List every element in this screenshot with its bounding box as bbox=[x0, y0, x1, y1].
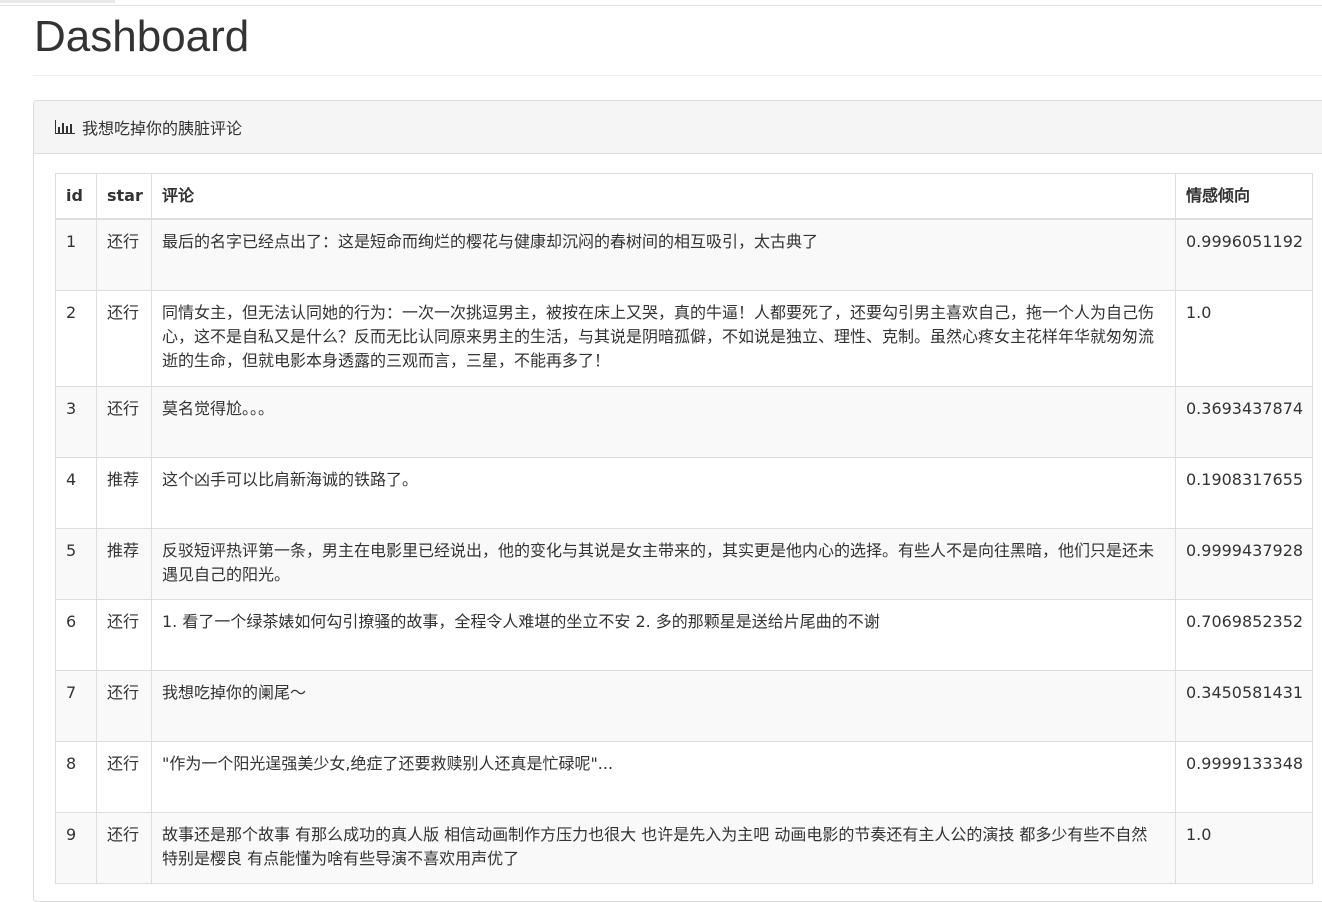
page-title: Dashboard bbox=[34, 12, 250, 61]
table-row: 8 还行 "作为一个阳光逞强美少女,绝症了还要救赎别人还真是忙碌呢"... 0.999… bbox=[55, 740, 1313, 813]
cell-comment: 故事还是那个故事 有那么成功的真人版 相信动画制作方压力也很大 也许是先入为主吧… bbox=[151, 811, 1176, 884]
cell-sentiment: 0.1908317655 bbox=[1175, 456, 1313, 529]
cell-id: 3 bbox=[55, 385, 97, 458]
cell-star: 还行 bbox=[96, 669, 152, 742]
table-row: 1 还行 最后的名字已经点出了：这是短命而绚烂的樱花与健康却沉闷的春树间的相互吸引，… bbox=[55, 218, 1313, 291]
cell-star: 还行 bbox=[96, 598, 152, 671]
top-divider bbox=[0, 5, 1322, 6]
bar-chart-icon bbox=[55, 120, 75, 134]
cell-id: 8 bbox=[55, 740, 97, 813]
table-row: 6 还行 1. 看了一个绿茶婊如何勾引撩骚的故事，全程令人难堪的坐立不安 2. 多的… bbox=[55, 598, 1313, 671]
cell-sentiment: 0.3450581431 bbox=[1175, 669, 1313, 742]
cell-comment: 最后的名字已经点出了：这是短命而绚烂的樱花与健康却沉闷的春树间的相互吸引，太古典… bbox=[151, 218, 1176, 291]
column-header-star[interactable]: star bbox=[96, 173, 152, 220]
cell-comment: "作为一个阳光逞强美少女,绝症了还要救赎别人还真是忙碌呢"... bbox=[151, 740, 1176, 813]
cell-sentiment: 0.7069852352 bbox=[1175, 598, 1313, 671]
cell-comment: 莫名觉得尬。。。 bbox=[151, 385, 1176, 458]
cell-sentiment: 0.9996051192 bbox=[1175, 218, 1313, 291]
column-header-id[interactable]: id bbox=[55, 173, 97, 220]
page-header: Dashboard bbox=[33, 8, 1322, 76]
table-row: 7 还行 我想吃掉你的阑尾～ 0.3450581431 bbox=[55, 669, 1313, 742]
cell-sentiment: 1.0 bbox=[1175, 811, 1313, 884]
table-row: 4 推荐 这个凶手可以比肩新海诚的铁路了。 0.1908317655 bbox=[55, 456, 1313, 529]
comments-panel: 我想吃掉你的胰脏评论 id star 评论 情感倾向 1 还行 最后的名字已经点出了… bbox=[33, 100, 1322, 902]
cell-id: 2 bbox=[55, 289, 97, 387]
cell-id: 1 bbox=[55, 218, 97, 291]
table-row: 9 还行 故事还是那个故事 有那么成功的真人版 相信动画制作方压力也很大 也许是先入… bbox=[55, 811, 1313, 884]
cell-sentiment: 0.9999133348 bbox=[1175, 740, 1313, 813]
cell-star: 还行 bbox=[96, 289, 152, 387]
cell-star: 还行 bbox=[96, 218, 152, 291]
cell-star: 推荐 bbox=[96, 527, 152, 600]
table-row: 2 还行 同情女主，但无法认同她的行为：一次一次挑逗男主，被按在床上又哭，真的牛逼！… bbox=[55, 289, 1313, 387]
cell-sentiment: 0.3693437874 bbox=[1175, 385, 1313, 458]
cell-sentiment: 1.0 bbox=[1175, 289, 1313, 387]
cell-id: 6 bbox=[55, 598, 97, 671]
comments-table: id star 评论 情感倾向 1 还行 最后的名字已经点出了：这是短命而绚烂的樱花… bbox=[55, 173, 1313, 884]
panel-heading-text: 我想吃掉你的胰脏评论 bbox=[82, 119, 243, 138]
cell-star: 还行 bbox=[96, 385, 152, 458]
panel-heading: 我想吃掉你的胰脏评论 bbox=[34, 101, 1322, 154]
table-row: 5 推荐 反驳短评热评第一条，男主在电影里已经说出，他的变化与其说是女主带来的，其实… bbox=[55, 527, 1313, 600]
cell-comment: 这个凶手可以比肩新海诚的铁路了。 bbox=[151, 456, 1176, 529]
cell-sentiment: 0.9999437928 bbox=[1175, 527, 1313, 600]
cell-id: 4 bbox=[55, 456, 97, 529]
browser-tab-strip bbox=[0, 0, 115, 3]
cell-id: 5 bbox=[55, 527, 97, 600]
cell-comment: 反驳短评热评第一条，男主在电影里已经说出，他的变化与其说是女主带来的，其实更是他… bbox=[151, 527, 1176, 600]
cell-star: 还行 bbox=[96, 740, 152, 813]
table-row: 3 还行 莫名觉得尬。。。 0.3693437874 bbox=[55, 385, 1313, 458]
column-header-comment[interactable]: 评论 bbox=[151, 173, 1176, 220]
table-header: id star 评论 情感倾向 bbox=[55, 173, 1313, 220]
cell-comment: 同情女主，但无法认同她的行为：一次一次挑逗男主，被按在床上又哭，真的牛逼！人都要… bbox=[151, 289, 1176, 387]
column-header-sentiment[interactable]: 情感倾向 bbox=[1175, 173, 1313, 220]
cell-id: 9 bbox=[55, 811, 97, 884]
cell-id: 7 bbox=[55, 669, 97, 742]
cell-comment: 1. 看了一个绿茶婊如何勾引撩骚的故事，全程令人难堪的坐立不安 2. 多的那颗星… bbox=[151, 598, 1176, 671]
cell-star: 还行 bbox=[96, 811, 152, 884]
table-body: 1 还行 最后的名字已经点出了：这是短命而绚烂的樱花与健康却沉闷的春树间的相互吸引，… bbox=[55, 218, 1313, 884]
cell-comment: 我想吃掉你的阑尾～ bbox=[151, 669, 1176, 742]
panel-body: id star 评论 情感倾向 1 还行 最后的名字已经点出了：这是短命而绚烂的樱花… bbox=[34, 154, 1322, 884]
cell-star: 推荐 bbox=[96, 456, 152, 529]
